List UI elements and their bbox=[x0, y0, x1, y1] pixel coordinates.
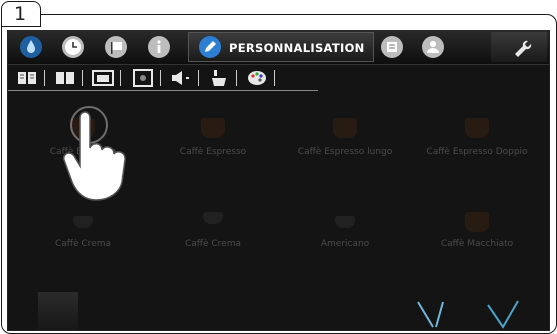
product-label: Caffè Crema bbox=[54, 239, 111, 249]
receipt-icon[interactable] bbox=[379, 34, 405, 60]
sub-toolbar bbox=[8, 66, 318, 91]
cup-image bbox=[38, 292, 78, 330]
divider bbox=[236, 70, 237, 86]
wrench-tab[interactable] bbox=[491, 32, 547, 62]
photo-frame-icon[interactable] bbox=[132, 69, 154, 87]
product-tile[interactable]: Americano bbox=[280, 192, 410, 272]
flag-icon[interactable] bbox=[103, 34, 129, 60]
speaker-icon[interactable] bbox=[170, 69, 192, 87]
coffee-cup-icon bbox=[335, 216, 355, 228]
coffee-cup-icon bbox=[201, 118, 225, 138]
divider bbox=[198, 70, 199, 86]
product-label: Caffè Espresso bbox=[179, 147, 247, 157]
wrench-icon bbox=[508, 34, 534, 60]
book-icon[interactable] bbox=[16, 69, 38, 87]
coffee-cup-icon bbox=[203, 212, 223, 224]
divider bbox=[274, 70, 275, 86]
info-icon[interactable] bbox=[146, 34, 172, 60]
touch-book-icon[interactable] bbox=[54, 69, 76, 87]
cup-pour-icon[interactable] bbox=[208, 69, 230, 87]
glasses-image bbox=[408, 297, 528, 330]
coffee-cup-icon bbox=[333, 118, 357, 138]
product-label: Caffè Macchiato bbox=[440, 239, 514, 249]
step-number-tab: 1 bbox=[1, 1, 41, 27]
product-tile[interactable]: Caffè Macchiato bbox=[412, 192, 542, 272]
product-tile[interactable]: Caffè Espresso lungo bbox=[280, 100, 410, 180]
divider bbox=[120, 70, 121, 86]
tab-personnalisation[interactable]: PERSONNALISATION bbox=[188, 32, 374, 62]
coffee-cup-icon bbox=[73, 216, 93, 228]
water-drop-icon[interactable] bbox=[18, 34, 44, 60]
product-tile[interactable]: Caffè Espresso bbox=[148, 100, 278, 180]
product-label: Caffè Espresso Doppio bbox=[426, 147, 528, 157]
pointing-hand-icon bbox=[58, 96, 148, 206]
palette-icon[interactable] bbox=[246, 69, 268, 87]
pen-icon bbox=[197, 34, 223, 60]
product-tile[interactable]: Caffè Crema bbox=[148, 192, 278, 272]
coffee-cup-icon bbox=[465, 212, 489, 232]
clock-icon[interactable] bbox=[60, 34, 86, 60]
top-toolbar: PERSONNALISATION bbox=[8, 30, 549, 65]
step-number: 1 bbox=[14, 3, 27, 25]
divider bbox=[160, 70, 161, 86]
product-label: Americano bbox=[320, 239, 370, 249]
coffee-cup-icon bbox=[465, 118, 489, 138]
user-icon[interactable] bbox=[420, 34, 446, 60]
screen-image-icon[interactable] bbox=[92, 69, 114, 87]
product-label: Caffè Espresso lungo bbox=[297, 147, 393, 157]
divider bbox=[44, 70, 45, 86]
divider bbox=[82, 70, 83, 86]
product-label: Caffè Crema bbox=[184, 239, 241, 249]
tab-personnalisation-label: PERSONNALISATION bbox=[229, 41, 365, 55]
product-tile[interactable]: Caffè Espresso Doppio bbox=[412, 100, 542, 180]
machine-screen: PERSONNALISATION Caffè Caffè Espresso Ca… bbox=[7, 30, 550, 331]
